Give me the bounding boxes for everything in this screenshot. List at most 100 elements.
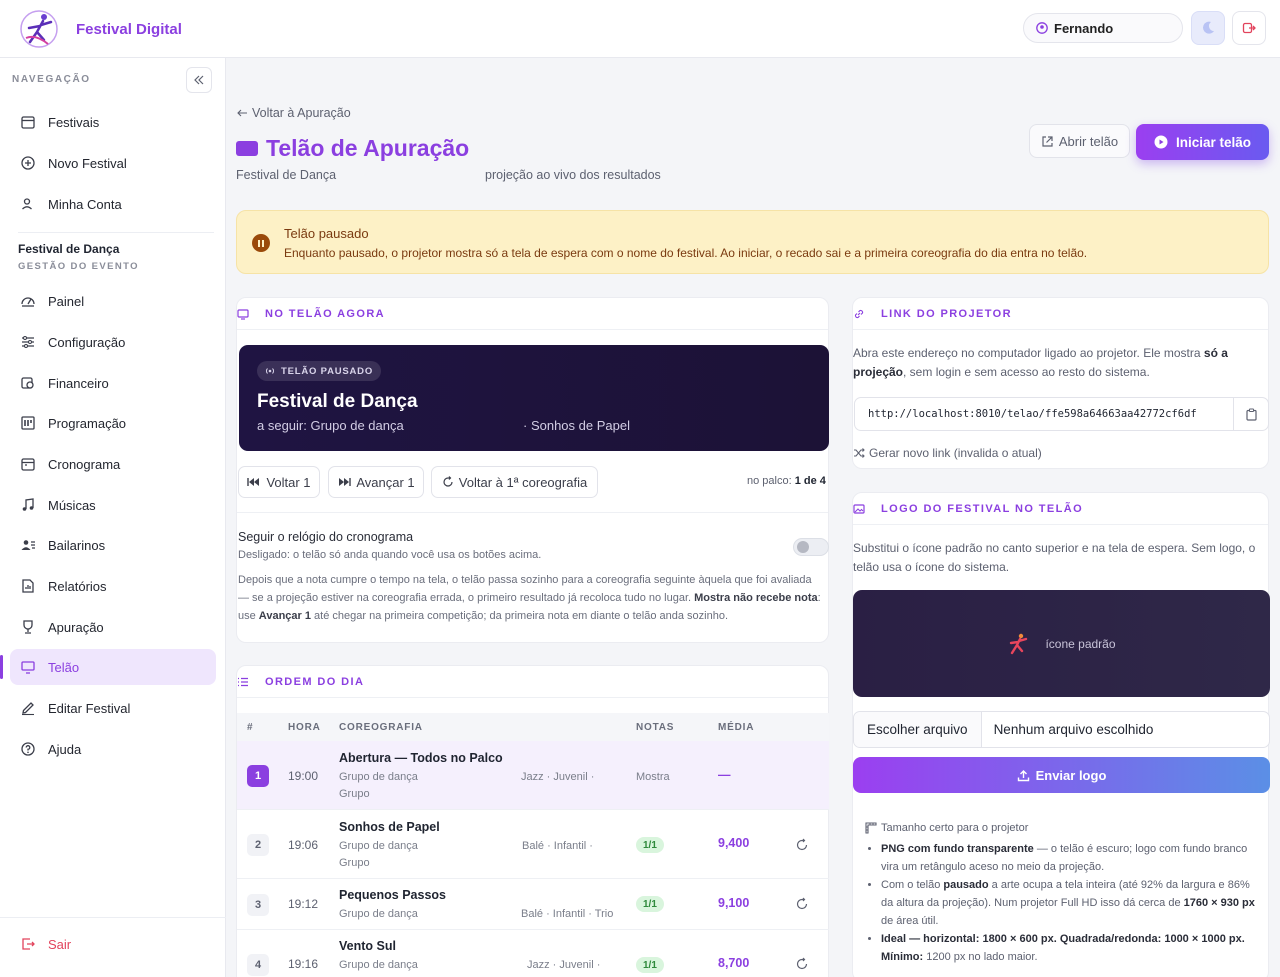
sidebar-item-minha-conta[interactable]: Minha Conta bbox=[10, 186, 216, 222]
collapse-sidebar-button[interactable] bbox=[186, 67, 212, 93]
festival-name: Festival de Dança bbox=[236, 168, 337, 182]
users-icon bbox=[21, 540, 35, 550]
row-number: 2 bbox=[247, 834, 269, 856]
divider bbox=[18, 232, 214, 233]
row-time: 19:12 bbox=[288, 897, 319, 911]
column-header: MÉDIA bbox=[718, 721, 755, 733]
tip-bold: pausado bbox=[943, 879, 989, 891]
sidebar-item-cronograma[interactable]: Cronograma bbox=[10, 446, 216, 482]
paused-banner: Telão pausado Enquanto pausado, o projet… bbox=[236, 210, 1269, 274]
follow-clock-toggle[interactable] bbox=[793, 538, 829, 556]
link-icon bbox=[854, 309, 864, 318]
shuffle-icon bbox=[854, 448, 865, 458]
table-row[interactable]: 4 19:16 Vento Sul Grupo de dança Jazz · … bbox=[237, 930, 829, 977]
brand[interactable]: Festival Digital bbox=[18, 8, 182, 50]
sidebar-item-apuracao[interactable]: Apuração bbox=[10, 609, 216, 645]
refresh-icon[interactable] bbox=[795, 897, 809, 911]
follow-clock-description: Depois que a nota cumpre o tempo na tela… bbox=[238, 571, 823, 625]
user-menu[interactable]: Fernando bbox=[1023, 13, 1183, 43]
logout-button[interactable]: Sair bbox=[20, 936, 71, 952]
copy-url-button[interactable] bbox=[1233, 398, 1268, 430]
refresh-icon[interactable] bbox=[795, 957, 809, 971]
pause-icon bbox=[252, 234, 270, 252]
double-chevron-left-icon bbox=[194, 75, 204, 85]
refresh-icon[interactable] bbox=[795, 838, 809, 852]
logo-preview-label: ícone padrão bbox=[1045, 636, 1116, 651]
logo-file-input[interactable]: Escolher arquivo Nenhum arquivo escolhid… bbox=[853, 711, 1270, 748]
rewind-icon bbox=[247, 478, 260, 486]
upload-logo-label: Enviar logo bbox=[1035, 767, 1107, 783]
calendar-icon bbox=[21, 116, 35, 129]
table-row[interactable]: 3 19:12 Pequenos Passos Grupo de dança B… bbox=[237, 879, 829, 930]
logout-icon bbox=[22, 938, 35, 950]
row-time: 19:00 bbox=[288, 769, 319, 783]
upload-logo-button[interactable]: Enviar logo bbox=[853, 757, 1270, 793]
open-screen-button[interactable]: Abrir telão bbox=[1029, 124, 1130, 158]
projector-url-field[interactable]: http://localhost:8010/telao/ffe598a64663… bbox=[854, 397, 1269, 431]
row-average: 8,700 bbox=[718, 956, 750, 970]
sidebar-item-label: Financeiro bbox=[48, 375, 109, 391]
sidebar-item-editar-festival[interactable]: Editar Festival bbox=[10, 690, 216, 726]
back-link[interactable]: Voltar à Apuração bbox=[236, 106, 351, 120]
row-choreography: Abertura — Todos no Palco bbox=[339, 751, 503, 765]
forward-one-button[interactable]: Avançar 1 bbox=[328, 466, 424, 498]
trophy-icon bbox=[23, 620, 33, 634]
choose-file-button[interactable]: Escolher arquivo bbox=[854, 712, 982, 747]
sidebar-item-financeiro[interactable]: Financeiro bbox=[10, 365, 216, 401]
moon-icon bbox=[1203, 21, 1214, 34]
back-link-label: Voltar à Apuração bbox=[252, 106, 351, 120]
card-title: ORDEM DO DIA bbox=[265, 675, 365, 688]
start-screen-button[interactable]: Iniciar telão bbox=[1136, 124, 1269, 160]
onstage-counter: no palco: 1 de 4 bbox=[747, 475, 826, 487]
edit-icon bbox=[22, 702, 34, 716]
event-name: Festival de Dança bbox=[18, 242, 120, 256]
sidebar-item-painel[interactable]: Painel bbox=[10, 283, 216, 319]
logout-label: Sair bbox=[48, 936, 72, 952]
row-number: 4 bbox=[247, 954, 269, 976]
column-header: HORA bbox=[288, 721, 321, 733]
sidebar-item-label: Festivais bbox=[48, 114, 100, 130]
sliders-icon bbox=[22, 336, 34, 348]
notes-badge: 1/1 bbox=[636, 896, 664, 912]
regenerate-link-button[interactable]: Gerar novo link (invalida o atual) bbox=[853, 446, 1042, 460]
schedule-icon bbox=[21, 416, 35, 430]
event-section-title: GESTÃO DO EVENTO bbox=[18, 261, 139, 272]
user-name: Fernando bbox=[1054, 20, 1114, 36]
table-row[interactable]: 2 19:06 Sonhos de Papel Grupo de dança G… bbox=[237, 810, 829, 879]
row-number: 3 bbox=[247, 894, 269, 916]
tip-bold: PNG com fundo transparente bbox=[881, 843, 1034, 855]
stage-title: Festival de Dança bbox=[257, 391, 418, 412]
theme-toggle-button[interactable] bbox=[1191, 11, 1225, 45]
forward-one-label: Avançar 1 bbox=[356, 474, 415, 490]
sidebar-item-novo-festival[interactable]: Novo Festival bbox=[10, 145, 216, 181]
sidebar-item-ajuda[interactable]: Ajuda bbox=[10, 731, 216, 767]
table-row[interactable]: 1 19:00 Abertura — Todos no Palco Grupo … bbox=[237, 741, 829, 810]
sidebar-item-musicas[interactable]: Músicas bbox=[10, 487, 216, 523]
dashboard-icon bbox=[21, 297, 35, 307]
sidebar-item-telao[interactable]: Telão bbox=[0, 649, 216, 685]
row-average: 9,400 bbox=[718, 836, 750, 850]
logout-top-button[interactable] bbox=[1232, 11, 1266, 45]
follow-clock-title: Seguir o relógio do cronograma bbox=[238, 530, 414, 544]
sidebar-item-label: Relatórios bbox=[48, 578, 107, 594]
back-to-first-button[interactable]: Voltar à 1ª coreografia bbox=[431, 466, 598, 498]
page-title: Telão de Apuração bbox=[236, 135, 469, 162]
refresh-icon bbox=[443, 476, 453, 487]
sidebar-item-festivais[interactable]: Festivais bbox=[10, 104, 216, 140]
sidebar-item-configuracao[interactable]: Configuração bbox=[10, 324, 216, 360]
row-average: — bbox=[718, 768, 731, 782]
row-category: Balé · Infantil · Trio bbox=[521, 908, 614, 920]
sidebar-item-relatorios[interactable]: Relatórios bbox=[10, 568, 216, 604]
back-one-button[interactable]: Voltar 1 bbox=[238, 466, 320, 498]
row-category: Jazz · Juvenil · bbox=[527, 959, 601, 971]
sidebar-item-programacao[interactable]: Programação bbox=[10, 405, 216, 441]
tips-title: Tamanho certo para o projetor bbox=[865, 819, 1261, 837]
page-title-text: Telão de Apuração bbox=[266, 135, 470, 161]
user-circle-icon bbox=[1036, 22, 1048, 34]
tip-item: Ideal — horizontal: 1800 × 600 px. Quadr… bbox=[881, 930, 1261, 966]
tip-bold: 1760 × 930 px bbox=[1183, 897, 1255, 909]
link-text: Abra este endereço no computador ligado … bbox=[853, 346, 1204, 360]
status-badge: TELÃO PAUSADO bbox=[257, 361, 382, 381]
sidebar-item-bailarinos[interactable]: Bailarinos bbox=[10, 527, 216, 563]
row-group: Grupo de dança bbox=[339, 771, 418, 783]
